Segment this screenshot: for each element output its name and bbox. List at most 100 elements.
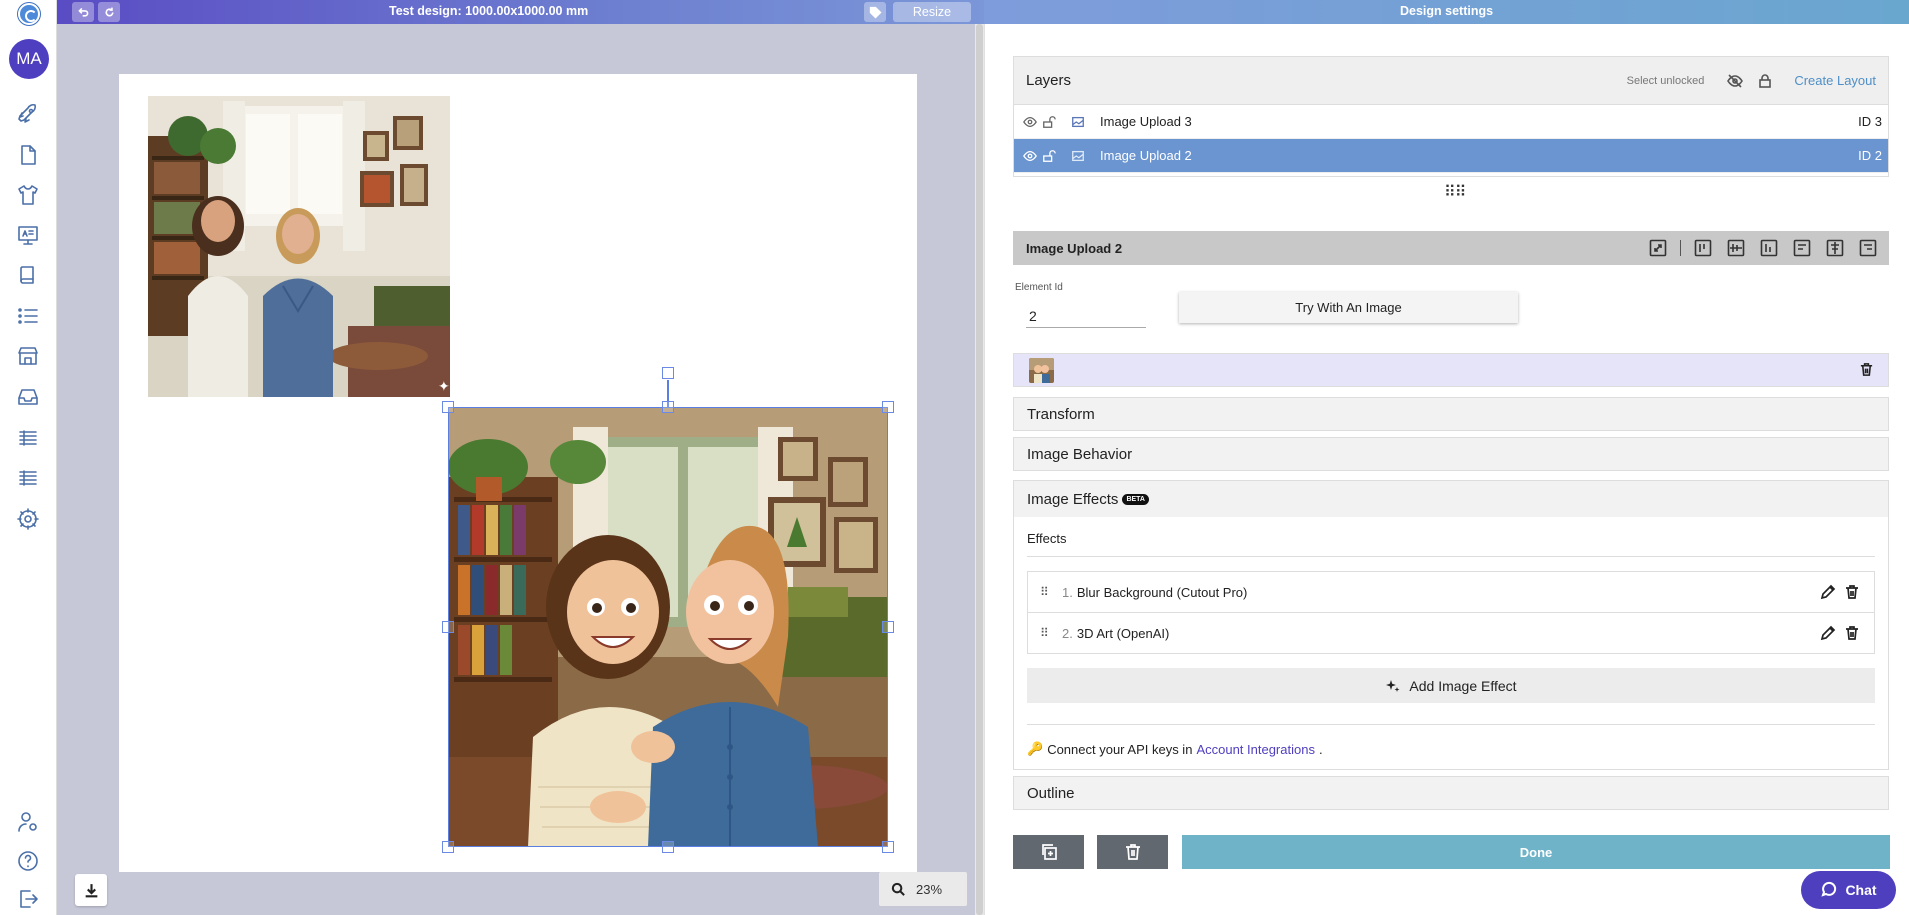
- delete-image-icon[interactable]: [1859, 362, 1874, 380]
- effect-row[interactable]: ⠿ 1. Blur Background (Cutout Pro): [1027, 571, 1875, 613]
- select-unlocked-button[interactable]: Select unlocked: [1627, 75, 1705, 87]
- chat-button[interactable]: Chat: [1801, 871, 1896, 909]
- transform-section[interactable]: Transform: [1013, 397, 1889, 431]
- book-icon[interactable]: [15, 262, 41, 288]
- rocket-icon[interactable]: [15, 101, 41, 127]
- align-right-icon[interactable]: [1857, 237, 1879, 259]
- list-icon[interactable]: [15, 303, 41, 329]
- design-title: Test design: 1000.00x1000.00 mm: [389, 4, 589, 18]
- duplicate-button[interactable]: [1013, 835, 1084, 869]
- tag-icon: [869, 6, 882, 19]
- unlock-icon[interactable]: [1041, 114, 1057, 130]
- image-behavior-section[interactable]: Image Behavior: [1013, 437, 1889, 471]
- delete-effect-icon[interactable]: [1844, 625, 1860, 641]
- hide-all-icon[interactable]: [1726, 72, 1744, 90]
- tag-button[interactable]: [864, 2, 886, 22]
- delete-effect-icon[interactable]: [1844, 584, 1860, 600]
- element-id-input[interactable]: [1026, 304, 1146, 328]
- effect-name: Blur Background (Cutout Pro): [1076, 584, 1248, 600]
- image-upload-2[interactable]: [448, 407, 888, 847]
- edit-pencil-icon[interactable]: [1820, 584, 1836, 600]
- create-layout-link[interactable]: Create Layout: [1794, 73, 1876, 88]
- add-image-effect-button[interactable]: Add Image Effect: [1027, 668, 1875, 703]
- resize-drag-handle-icon[interactable]: ⠿⠿: [1444, 182, 1466, 202]
- resize-handle-top[interactable]: [662, 401, 674, 413]
- resize-handle-bottom-right[interactable]: [882, 841, 894, 853]
- try-with-image-button[interactable]: Try With An Image: [1179, 292, 1518, 323]
- align-left-icon[interactable]: [1791, 237, 1813, 259]
- download-button[interactable]: [75, 874, 107, 906]
- scrollbar-thumb[interactable]: [976, 24, 983, 915]
- resize-handle-top-right[interactable]: [882, 401, 894, 413]
- chat-label: Chat: [1845, 882, 1877, 898]
- inbox-icon[interactable]: [15, 384, 41, 410]
- resize-handle-top-left[interactable]: [442, 401, 454, 413]
- effect-row[interactable]: ⠿ 2. 3D Art (OpenAI): [1027, 612, 1875, 654]
- zoom-control[interactable]: 23%: [879, 872, 967, 906]
- resize-handle-right[interactable]: [882, 621, 894, 633]
- app-logo-icon[interactable]: [18, 3, 40, 25]
- layer-row-image-upload-2[interactable]: Image Upload 2 ID 2: [1014, 139, 1888, 173]
- table-list-2-icon[interactable]: [15, 465, 41, 491]
- element-name: Image Upload 2: [1026, 240, 1123, 256]
- edit-pencil-icon[interactable]: [1820, 625, 1836, 641]
- done-button[interactable]: Done: [1182, 835, 1890, 869]
- effect-number: 1.: [1062, 584, 1073, 600]
- store-icon[interactable]: [15, 343, 41, 369]
- divider: [1027, 724, 1875, 725]
- eye-icon[interactable]: [1022, 148, 1038, 164]
- image-thumbnail[interactable]: [1029, 358, 1054, 383]
- chat-bubble-icon: [1821, 881, 1837, 897]
- layer-row-image-upload-3[interactable]: Image Upload 3 ID 3: [1014, 105, 1888, 139]
- undo-button[interactable]: [72, 2, 94, 22]
- cartoon-image: [448, 407, 888, 847]
- effects-label: Effects: [1027, 531, 1067, 546]
- image-thumbnail-row: [1013, 353, 1889, 387]
- eye-icon[interactable]: [1022, 114, 1038, 130]
- effect-number: 2.: [1062, 625, 1073, 641]
- duplicate-icon: [1041, 844, 1057, 860]
- drag-grip-icon[interactable]: ⠿: [1040, 585, 1050, 599]
- align-bottom-icon[interactable]: [1758, 237, 1780, 259]
- settings-gear-icon[interactable]: [15, 506, 41, 532]
- outline-section[interactable]: Outline: [1013, 776, 1889, 810]
- image-effects-section[interactable]: Image Effects BETA: [1013, 480, 1889, 518]
- effect-name: 3D Art (OpenAI): [1076, 625, 1170, 641]
- layers-header: Layers Select unlocked Create Layout: [1014, 57, 1888, 105]
- avatar[interactable]: MA: [9, 39, 49, 79]
- lock-all-icon[interactable]: [1756, 72, 1774, 90]
- template-icon[interactable]: [15, 222, 41, 248]
- resize-handle-bottom[interactable]: [662, 841, 674, 853]
- redo-button[interactable]: [98, 2, 120, 22]
- api-keys-note: 🔑 Connect your API keys in Account Integ…: [1027, 741, 1323, 757]
- align-top-icon[interactable]: [1692, 237, 1714, 259]
- canvas-scrollbar[interactable]: [975, 24, 984, 915]
- resize-button[interactable]: Resize: [893, 2, 971, 22]
- tshirt-icon[interactable]: [15, 182, 41, 208]
- divider: [1027, 556, 1875, 557]
- resize-handle-left[interactable]: [442, 621, 454, 633]
- table-list-icon[interactable]: [15, 425, 41, 451]
- align-middle-icon[interactable]: [1725, 237, 1747, 259]
- user-settings-icon[interactable]: [15, 809, 41, 835]
- help-icon[interactable]: [15, 848, 41, 874]
- account-integrations-link[interactable]: Account Integrations: [1196, 742, 1315, 757]
- unlock-icon[interactable]: [1041, 148, 1057, 164]
- drag-grip-icon[interactable]: ⠿: [1040, 626, 1050, 640]
- image-upload-3[interactable]: ✦: [148, 96, 450, 397]
- api-keys-suffix: .: [1318, 741, 1323, 757]
- photo-image: ✦: [148, 96, 450, 397]
- delete-element-button[interactable]: [1097, 835, 1168, 869]
- search-icon: [891, 882, 905, 896]
- document-icon[interactable]: [15, 142, 41, 168]
- trash-icon: [1125, 844, 1140, 860]
- resize-handle-bottom-left[interactable]: [442, 841, 454, 853]
- logout-icon[interactable]: [15, 886, 41, 912]
- layer-name: Image Upload 2: [1100, 148, 1192, 163]
- fit-to-page-icon[interactable]: [1647, 237, 1669, 259]
- editor-toolbar: Test design: 1000.00x1000.00 mm Resize: [57, 0, 984, 24]
- panel-header: Design settings: [984, 0, 1909, 24]
- rotate-handle[interactable]: [662, 367, 674, 379]
- align-center-icon[interactable]: [1824, 237, 1846, 259]
- image-layer-icon: [1070, 114, 1086, 130]
